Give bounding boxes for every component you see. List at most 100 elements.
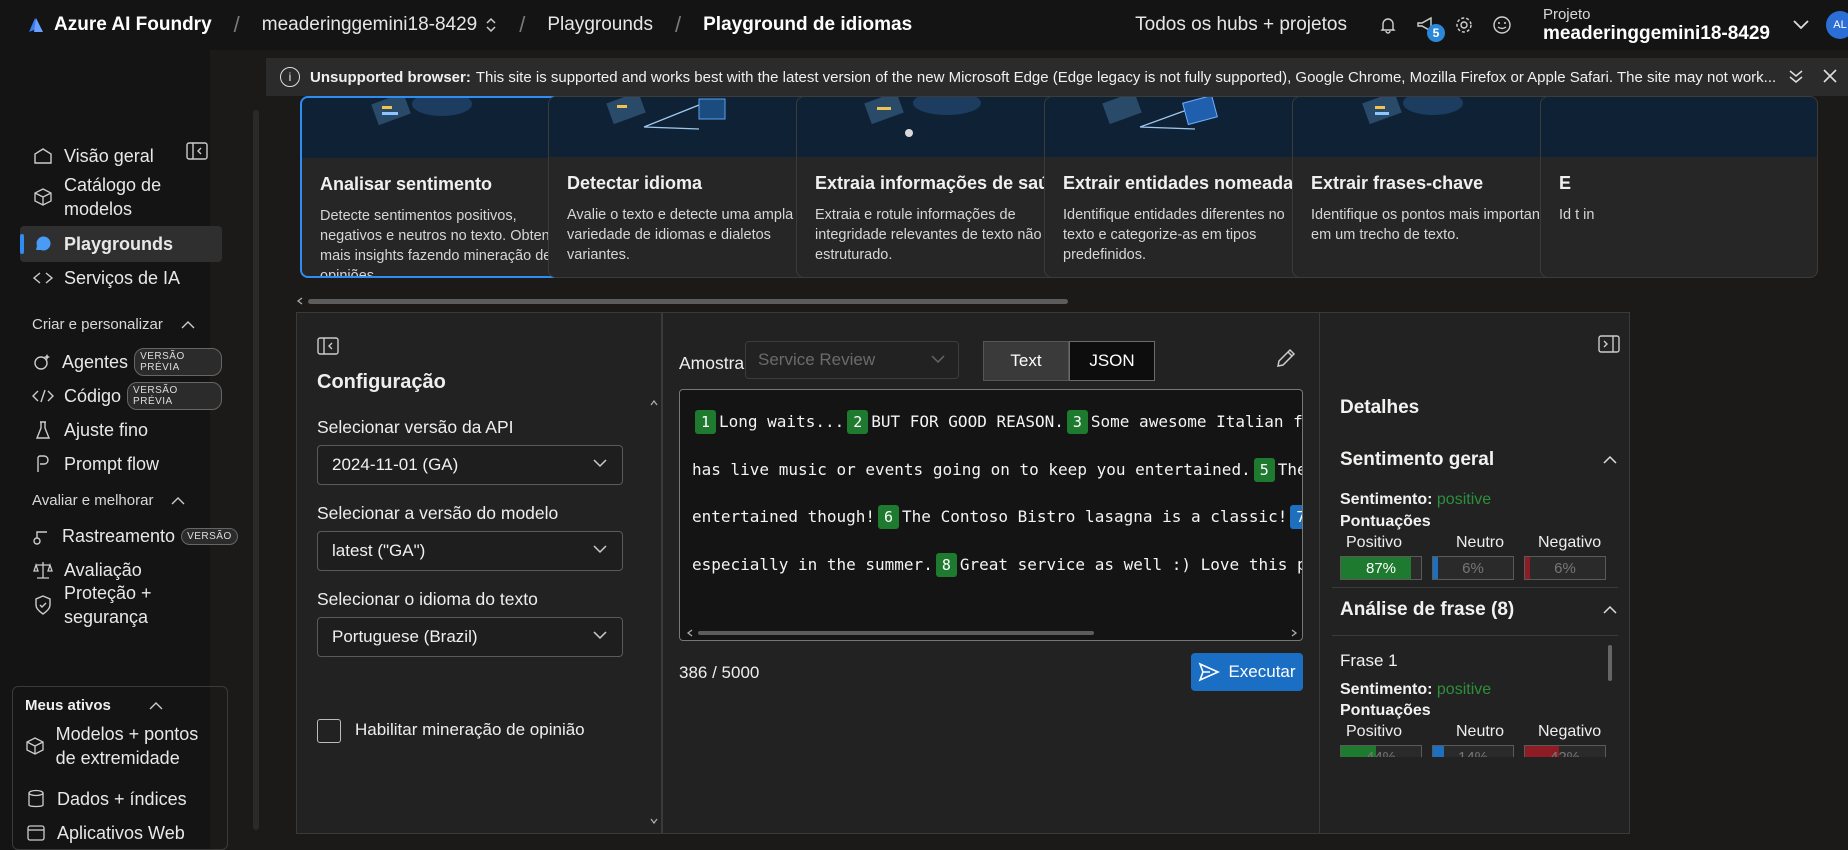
- sentiment-value: positive: [1436, 491, 1492, 508]
- avatar[interactable]: AL: [1826, 11, 1848, 39]
- code-icon: [32, 385, 54, 407]
- top-bar: Azure AI Foundry / meaderinggemini18-842…: [0, 0, 1848, 50]
- project-switcher[interactable]: Projeto meaderinggemini18-8429: [1543, 6, 1770, 45]
- chat-icon: [32, 233, 54, 255]
- sentence-marker[interactable]: 6: [878, 505, 900, 529]
- sidebar-item-label: Proteção + segurança: [64, 583, 152, 627]
- card-extract-health[interactable]: Extraia informações de saúde Extraia e r…: [796, 96, 1074, 278]
- card-illustration: [1045, 97, 1321, 157]
- smiley-icon[interactable]: [1489, 12, 1515, 38]
- negative-score-bar: 42%: [1524, 745, 1606, 757]
- expand-banner-icon[interactable]: [1788, 68, 1804, 84]
- neutral-score: 6%: [1462, 559, 1484, 577]
- megaphone-icon[interactable]: 5: [1413, 12, 1445, 42]
- breadcrumb-project[interactable]: meaderinggemini18-8429: [262, 14, 477, 36]
- sidebar-item-tracing[interactable]: Rastreamento VERSÃO: [20, 518, 238, 554]
- text-scrollbar[interactable]: [684, 628, 1298, 637]
- neutral-score: 14%: [1457, 748, 1489, 758]
- sidebar-item-ai-services[interactable]: Serviços de IA: [20, 260, 222, 296]
- card-partial[interactable]: E Id t in: [1540, 96, 1818, 278]
- text-language-value: Portuguese (Brazil): [332, 627, 478, 646]
- sentence-marker[interactable]: 8: [935, 553, 957, 577]
- text-line: entertained though! 6 The Contoso Bistro l…: [692, 505, 1302, 529]
- database-icon: [25, 788, 47, 810]
- sample-select[interactable]: Service Review: [745, 341, 959, 379]
- card-extract-entities[interactable]: Extrair entidades nomeadas Identifique e…: [1044, 96, 1322, 278]
- api-version-select[interactable]: 2024-11-01 (GA): [317, 445, 623, 485]
- sidebar-item-fine-tuning[interactable]: Ajuste fino: [20, 412, 222, 448]
- section-evaluate[interactable]: Avaliar e melhorar: [32, 492, 185, 509]
- scroll-left-icon[interactable]: [686, 629, 694, 637]
- gear-icon[interactable]: [1451, 12, 1477, 38]
- scroll-thumb[interactable]: [1608, 645, 1612, 681]
- section-assets[interactable]: Meus ativos: [25, 697, 163, 714]
- sidebar-item-data-indexes[interactable]: Dados + índices: [13, 781, 215, 817]
- card-illustration: [1293, 97, 1569, 157]
- section-create[interactable]: Criar e personalizar: [32, 316, 195, 333]
- tab-json[interactable]: JSON: [1069, 341, 1155, 381]
- chevron-up-icon[interactable]: [1602, 605, 1618, 615]
- brand[interactable]: Azure AI Foundry: [26, 14, 212, 36]
- text-line: has live music or events going on to kee…: [692, 458, 1302, 482]
- scroll-thumb[interactable]: [308, 299, 1068, 304]
- editor-panel: Amostra Service Review Text JSON 1 Long w…: [662, 312, 1320, 834]
- card-analyze-sentiment[interactable]: Analisar sentimento Detecte sentimentos …: [300, 96, 578, 278]
- cards-scrollbar[interactable]: [296, 296, 1791, 306]
- sidebar-item-web-apps[interactable]: Aplicativos Web: [13, 815, 215, 850]
- scroll-down-icon[interactable]: [649, 817, 659, 825]
- sidebar-item-agents[interactable]: Agentes VERSÃO PRÉVIA: [20, 344, 222, 380]
- sidebar-scrollbar[interactable]: [253, 110, 259, 830]
- breadcrumb-playgrounds[interactable]: Playgrounds: [547, 14, 653, 36]
- sample-text-area[interactable]: 1 Long waits... 2 BUT FOR GOOD REASON. 3 Some…: [679, 389, 1303, 641]
- sentence-marker[interactable]: 1: [695, 410, 716, 434]
- expand-panel-icon[interactable]: [1598, 335, 1620, 353]
- notification-badge: 5: [1426, 24, 1445, 42]
- scroll-left-icon[interactable]: [296, 297, 304, 305]
- collapse-panel-icon[interactable]: [317, 337, 339, 355]
- sentence-marker[interactable]: 2: [847, 410, 869, 434]
- chevron-down-icon[interactable]: [1792, 19, 1810, 31]
- sidebar-item-label: Rastreamento: [62, 525, 176, 546]
- sidebar-item-safety[interactable]: Proteção + segurança: [20, 580, 222, 630]
- config-scrollbar[interactable]: [649, 399, 659, 825]
- chevron-updown-icon[interactable]: [485, 17, 497, 33]
- model-version-value: latest ("GA"): [332, 541, 426, 560]
- sidebar-item-playgrounds[interactable]: Playgrounds: [20, 226, 222, 262]
- sentence-marker[interactable]: 3: [1066, 410, 1088, 434]
- scroll-up-icon[interactable]: [649, 399, 659, 407]
- scroll-thumb[interactable]: [698, 631, 1094, 635]
- positive-score-bar: 87%: [1340, 556, 1422, 580]
- all-hubs-link[interactable]: Todos os hubs + projetos: [1135, 14, 1347, 36]
- chevron-up-icon[interactable]: [1602, 455, 1618, 465]
- sidebar-item-label: Prompt flow: [64, 453, 160, 474]
- brand-name: Azure AI Foundry: [54, 14, 212, 35]
- sidebar-item-overview[interactable]: Visão geral: [20, 138, 222, 174]
- tab-text[interactable]: Text: [983, 341, 1069, 381]
- sentence-marker[interactable]: 7: [1290, 505, 1302, 529]
- sentence-text: entertained though!: [692, 507, 876, 526]
- details-scrollbar[interactable]: [1606, 633, 1614, 763]
- scroll-right-icon[interactable]: [1290, 629, 1298, 637]
- sentence-marker[interactable]: 5: [1253, 458, 1275, 482]
- sidebar-item-model-catalog[interactable]: Catálogo de modelos: [20, 172, 222, 222]
- sidebar-item-label: Dados + índices: [57, 788, 187, 809]
- text-language-select[interactable]: Portuguese (Brazil): [317, 617, 623, 657]
- card-extract-key-phrases[interactable]: Extrair frases-chave Identifique os pont…: [1292, 96, 1570, 278]
- sidebar-item-prompt-flow[interactable]: Prompt flow: [20, 446, 222, 482]
- run-button[interactable]: Executar: [1191, 653, 1303, 691]
- overall-sentiment-title: Sentimento geral: [1340, 449, 1495, 470]
- my-assets-section: Meus ativos Modelos + pontos de extremid…: [12, 686, 228, 850]
- sidebar-item-code[interactable]: Código VERSÃO PRÉVIA: [20, 378, 222, 414]
- negative-score-fill: [1525, 557, 1530, 579]
- close-icon[interactable]: [1822, 68, 1838, 84]
- bell-icon[interactable]: [1375, 12, 1401, 38]
- sidebar-item-label: Ajuste fino: [64, 419, 149, 440]
- model-version-select[interactable]: latest ("GA"): [317, 531, 623, 571]
- opinion-mining-checkbox[interactable]: [317, 719, 341, 743]
- sidebar-item-models-endpoints[interactable]: Modelos + pontos de extremidade: [13, 721, 215, 771]
- sentence-text: BUT FOR GOOD REASON.: [871, 412, 1064, 431]
- text-line: 1 Long waits... 2 BUT FOR GOOD REASON. 3 Some…: [692, 410, 1302, 434]
- scores-key: Pontuações: [1340, 513, 1431, 530]
- pencil-icon[interactable]: [1275, 347, 1297, 369]
- card-detect-language[interactable]: Detectar idioma Avalie o texto e detecte…: [548, 96, 826, 278]
